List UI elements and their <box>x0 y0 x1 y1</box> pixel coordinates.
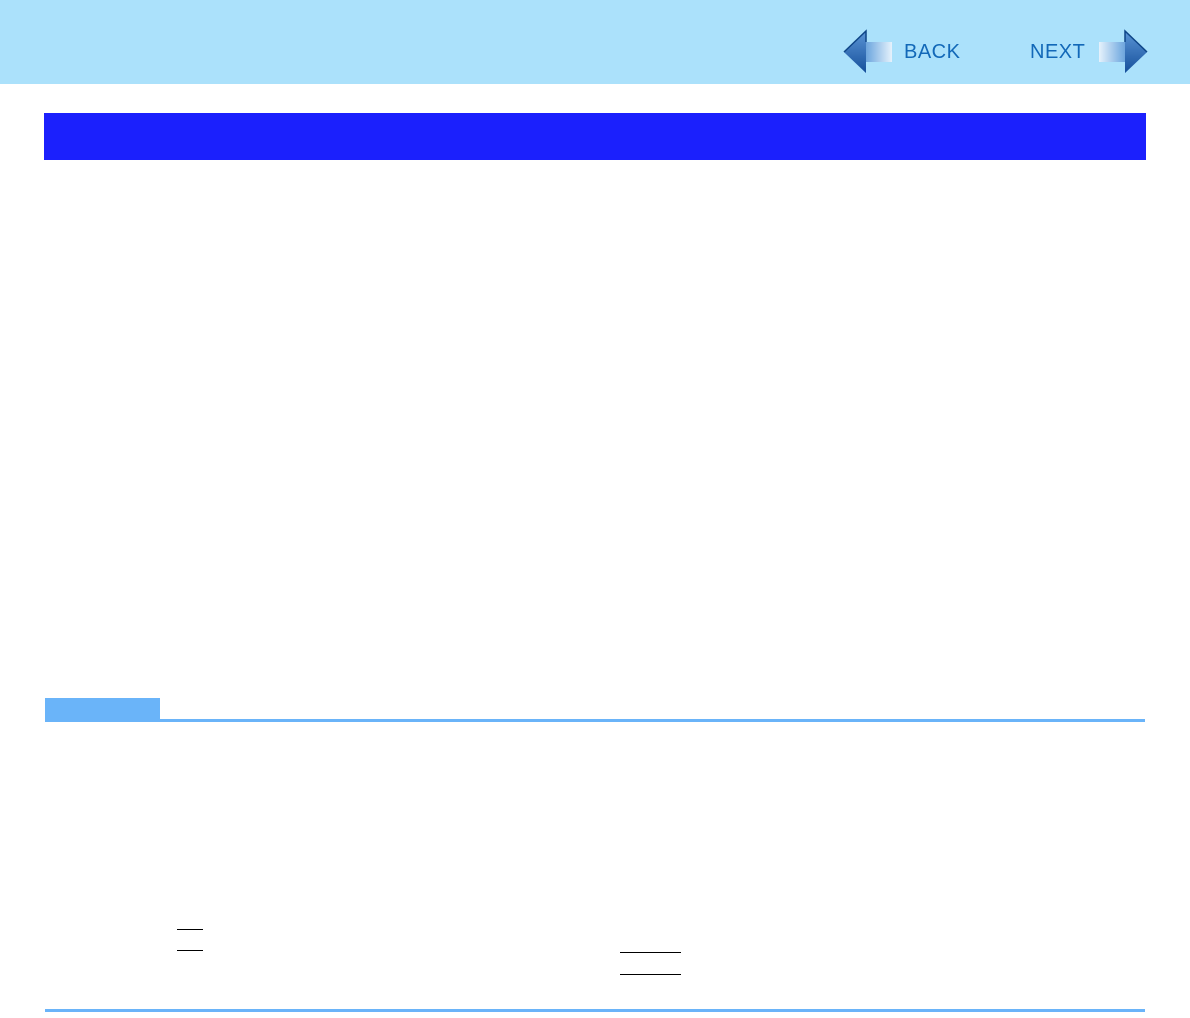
underline-mark <box>177 950 203 951</box>
section-title-bar <box>44 113 1146 160</box>
underline-mark <box>620 952 681 953</box>
manual-page: BACK NEXT <box>0 0 1190 1018</box>
next-label: NEXT <box>1030 40 1086 63</box>
note-divider <box>45 719 1145 722</box>
note-tab <box>45 698 160 720</box>
back-label: BACK <box>904 40 961 63</box>
underline-mark <box>620 974 681 975</box>
underline-mark <box>177 929 203 930</box>
next-button[interactable]: NEXT <box>1030 28 1149 76</box>
header-band: BACK NEXT <box>0 0 1190 84</box>
back-button[interactable]: BACK <box>842 28 960 76</box>
right-arrow-icon <box>1095 28 1149 76</box>
left-arrow-icon <box>842 28 896 76</box>
footer-divider <box>45 1009 1145 1012</box>
